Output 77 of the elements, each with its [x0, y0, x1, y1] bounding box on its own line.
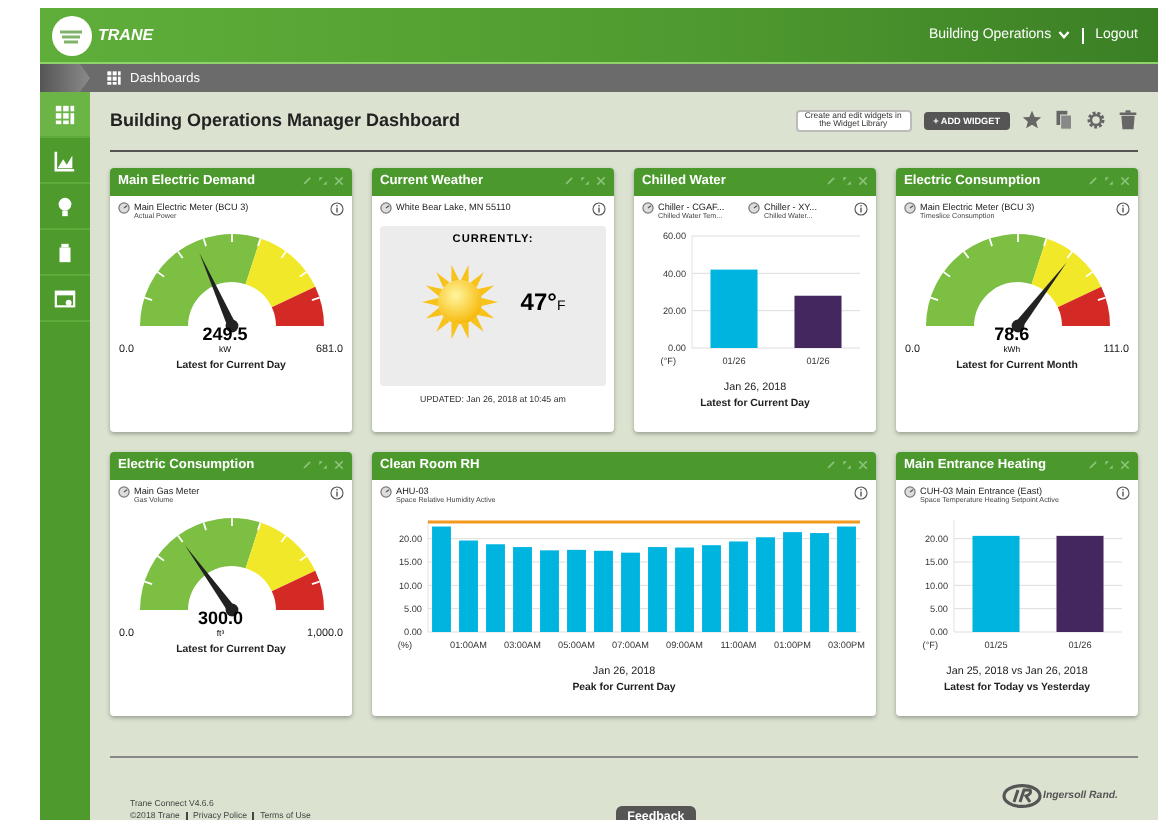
trash-icon[interactable] — [1118, 110, 1138, 131]
chart-bar — [621, 552, 640, 632]
sidebar-item[interactable] — [40, 92, 90, 138]
chart-bar — [837, 526, 856, 632]
chart-icon — [54, 149, 76, 171]
resize-icon[interactable] — [318, 460, 328, 471]
brand-name: TRANE — [98, 26, 154, 44]
meter-icon — [118, 201, 130, 214]
info-icon[interactable] — [854, 201, 868, 216]
close-icon[interactable] — [1120, 460, 1130, 471]
info-icon[interactable] — [1116, 201, 1130, 216]
resize-icon[interactable] — [580, 176, 590, 187]
meter-icon — [380, 201, 392, 214]
meter-icon — [642, 201, 654, 214]
chart-bar — [729, 541, 748, 632]
info-icon[interactable] — [1116, 485, 1130, 500]
chart-bar — [793, 295, 841, 348]
chart-bar — [971, 535, 1019, 632]
resize-icon[interactable] — [1104, 460, 1114, 471]
edit-icon[interactable] — [1088, 460, 1098, 471]
chart-bar — [783, 531, 802, 632]
info-icon[interactable] — [854, 485, 868, 500]
info-icon[interactable] — [330, 201, 344, 216]
chart-bar — [756, 536, 775, 632]
close-icon[interactable] — [858, 176, 868, 187]
resize-icon[interactable] — [1104, 176, 1114, 187]
chart-bar — [810, 532, 829, 632]
chart-bar — [540, 550, 559, 632]
resize-icon[interactable] — [842, 176, 852, 187]
chart-bar — [486, 543, 505, 632]
resize-icon[interactable] — [318, 176, 328, 187]
bulb-icon — [54, 195, 76, 217]
meter-icon — [118, 485, 130, 498]
chart-bar — [459, 540, 478, 632]
chart-bar — [513, 546, 532, 632]
partner-logo-icon — [1001, 784, 1041, 808]
copy-icon[interactable] — [1054, 110, 1074, 131]
edit-icon[interactable] — [302, 460, 312, 471]
chart-bar — [432, 526, 451, 632]
close-icon[interactable] — [596, 176, 606, 187]
chart-bar — [675, 547, 694, 632]
edit-icon[interactable] — [1088, 176, 1098, 187]
chart-bar — [648, 546, 667, 632]
meter-icon — [904, 201, 916, 214]
chart-bar — [709, 269, 757, 348]
resize-icon[interactable] — [842, 460, 852, 471]
meter-icon — [748, 201, 760, 214]
edit-icon[interactable] — [826, 176, 836, 187]
edit-icon[interactable] — [564, 176, 574, 187]
building-icon — [54, 241, 76, 263]
meter-icon — [380, 485, 392, 498]
chart-bar — [567, 549, 586, 632]
dashboard-grid-icon — [106, 70, 122, 86]
grid-icon — [54, 103, 76, 125]
star-icon[interactable] — [1022, 110, 1042, 131]
close-icon[interactable] — [1120, 176, 1130, 187]
gauge-value: 249.5 — [202, 325, 248, 344]
gauge-value: 78.6 — [994, 325, 1030, 344]
settings-icon[interactable] — [1086, 110, 1106, 131]
info-icon[interactable] — [330, 485, 344, 500]
dashboard-title: Building Operations Manager Dashboard — [110, 110, 461, 131]
meter-icon — [904, 485, 916, 498]
chart-bar — [1055, 535, 1103, 632]
edit-icon[interactable] — [826, 460, 836, 471]
close-icon[interactable] — [858, 460, 868, 471]
gauge-value: 300.0 — [197, 609, 244, 628]
close-icon[interactable] — [334, 460, 344, 471]
info-icon[interactable] — [592, 201, 606, 216]
logo-icon — [52, 15, 92, 55]
close-icon[interactable] — [334, 176, 344, 187]
chevron-down-icon — [1057, 30, 1070, 40]
breadcrumb-home-tab[interactable] — [40, 64, 90, 92]
chart-bar — [594, 550, 613, 632]
sun-icon — [420, 261, 501, 342]
edit-icon[interactable] — [302, 176, 312, 187]
chart-bar — [702, 544, 721, 632]
panel-icon — [54, 287, 76, 309]
